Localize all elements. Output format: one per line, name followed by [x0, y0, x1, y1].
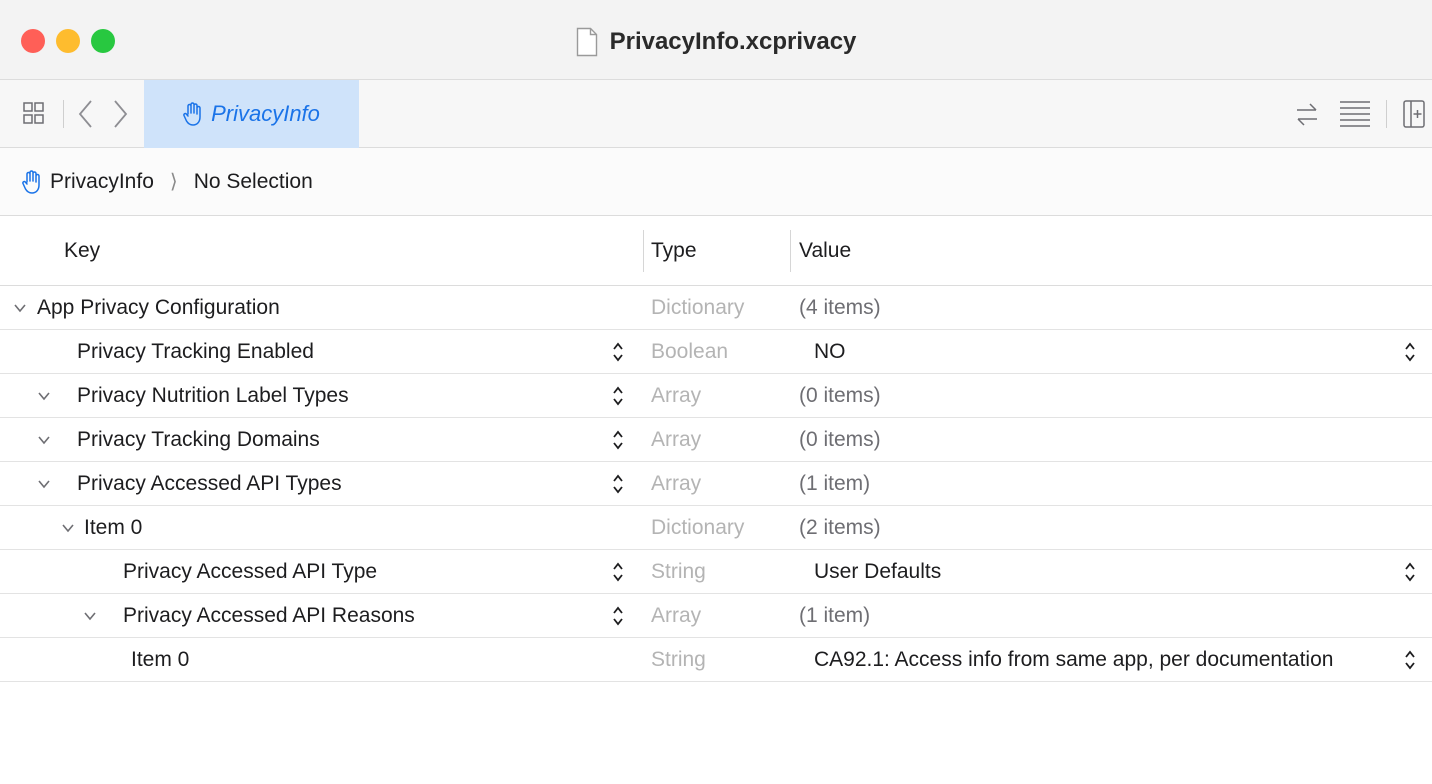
disclosure-chevron-icon[interactable] — [60, 506, 76, 550]
document-icon — [576, 27, 597, 57]
title-bar: PrivacyInfo.xcprivacy — [0, 0, 1432, 80]
key-popup-stepper-icon[interactable] — [611, 330, 625, 374]
column-header-value[interactable]: Value — [799, 216, 851, 286]
breadcrumb-separator-icon: ⟩ — [169, 171, 178, 193]
disclosure-chevron-icon[interactable] — [82, 594, 98, 638]
window-title: PrivacyInfo.xcprivacy — [609, 28, 857, 55]
toolbar-divider — [1386, 100, 1387, 128]
breadcrumb-current[interactable]: No Selection — [194, 170, 313, 194]
row-value: (0 items) — [799, 428, 881, 451]
row-type: Array — [651, 604, 702, 627]
key-popup-stepper-icon[interactable] — [611, 550, 625, 594]
row-type: Boolean — [651, 340, 729, 363]
value-popup-stepper-icon[interactable] — [1403, 638, 1417, 682]
xcode-window: PrivacyInfo.xcprivacy PrivacyInfo Privac… — [0, 0, 1432, 784]
table-row[interactable]: App Privacy Configuration Dictionary (4 … — [0, 286, 1432, 330]
key-popup-stepper-icon[interactable] — [611, 594, 625, 638]
editor-options-lines-icon[interactable] — [1338, 98, 1372, 130]
table-row[interactable]: Privacy Tracking Domains Array (0 items) — [0, 418, 1432, 462]
value-popup-stepper-icon[interactable] — [1403, 330, 1417, 374]
back-chevron-icon[interactable] — [76, 98, 96, 130]
hand-icon — [183, 102, 201, 126]
table-row[interactable]: Item 0 String CA92.1: Access info from s… — [0, 638, 1432, 682]
row-type: String — [651, 648, 706, 671]
row-value: (0 items) — [799, 384, 881, 407]
window-title-group: PrivacyInfo.xcprivacy — [0, 26, 1432, 58]
column-divider — [790, 230, 791, 272]
column-divider — [643, 230, 644, 272]
table-row[interactable]: Privacy Accessed API Type String User De… — [0, 550, 1432, 594]
row-type: Dictionary — [651, 296, 745, 319]
editor-tab-bar: PrivacyInfo — [0, 80, 1432, 148]
table-row[interactable]: Privacy Nutrition Label Types Array (0 i… — [0, 374, 1432, 418]
table-row[interactable]: Privacy Accessed API Types Array (1 item… — [0, 462, 1432, 506]
plist-table: Key Type Value App Privacy Configuration… — [0, 216, 1432, 682]
key-popup-stepper-icon[interactable] — [611, 462, 625, 506]
disclosure-chevron-icon[interactable] — [36, 374, 52, 418]
breadcrumb-root[interactable]: PrivacyInfo — [50, 170, 154, 194]
row-key: App Privacy Configuration — [37, 296, 280, 319]
related-items-grid-icon[interactable] — [22, 100, 46, 128]
row-key: Privacy Tracking Enabled — [77, 340, 314, 363]
key-popup-stepper-icon[interactable] — [611, 374, 625, 418]
row-key: Privacy Nutrition Label Types — [77, 384, 349, 407]
row-key: Item 0 — [84, 516, 143, 539]
row-value[interactable]: NO — [814, 330, 846, 374]
row-key: Privacy Accessed API Types — [77, 472, 342, 495]
table-header: Key Type Value — [0, 216, 1432, 286]
column-header-key[interactable]: Key — [64, 216, 100, 286]
hand-icon — [22, 169, 40, 194]
disclosure-chevron-icon[interactable] — [36, 418, 52, 462]
breadcrumb: PrivacyInfo ⟩ No Selection — [0, 148, 1432, 216]
forward-chevron-icon[interactable] — [110, 98, 130, 130]
column-header-type[interactable]: Type — [651, 216, 697, 286]
row-type: Array — [651, 472, 702, 495]
table-row[interactable]: Item 0 Dictionary (2 items) — [0, 506, 1432, 550]
table-row[interactable]: Privacy Tracking Enabled Boolean NO — [0, 330, 1432, 374]
row-value: (1 item) — [799, 604, 871, 627]
row-value[interactable]: CA92.1: Access info from same app, per d… — [814, 638, 1333, 682]
row-value[interactable]: User Defaults — [814, 550, 941, 594]
row-type: Array — [651, 428, 702, 451]
tab-label: PrivacyInfo — [211, 101, 320, 126]
row-key: Privacy Accessed API Type — [123, 560, 378, 583]
row-value: (1 item) — [799, 472, 871, 495]
swap-arrows-icon[interactable] — [1294, 100, 1320, 128]
disclosure-chevron-icon[interactable] — [36, 462, 52, 506]
row-value: (4 items) — [799, 296, 881, 319]
row-type: Array — [651, 384, 702, 407]
disclosure-chevron-icon[interactable] — [12, 286, 28, 330]
tab-privacyinfo[interactable]: PrivacyInfo — [144, 80, 359, 148]
value-popup-stepper-icon[interactable] — [1403, 550, 1417, 594]
add-editor-icon[interactable] — [1402, 98, 1426, 130]
row-key: Item 0 — [131, 648, 190, 671]
row-type: Dictionary — [651, 516, 745, 539]
row-key: Privacy Tracking Domains — [77, 428, 320, 451]
row-key: Privacy Accessed API Reasons — [123, 604, 415, 627]
key-popup-stepper-icon[interactable] — [611, 418, 625, 462]
row-value: (2 items) — [799, 516, 881, 539]
toolbar-divider — [63, 100, 64, 128]
table-row[interactable]: Privacy Accessed API Reasons Array (1 it… — [0, 594, 1432, 638]
row-type: String — [651, 560, 706, 583]
